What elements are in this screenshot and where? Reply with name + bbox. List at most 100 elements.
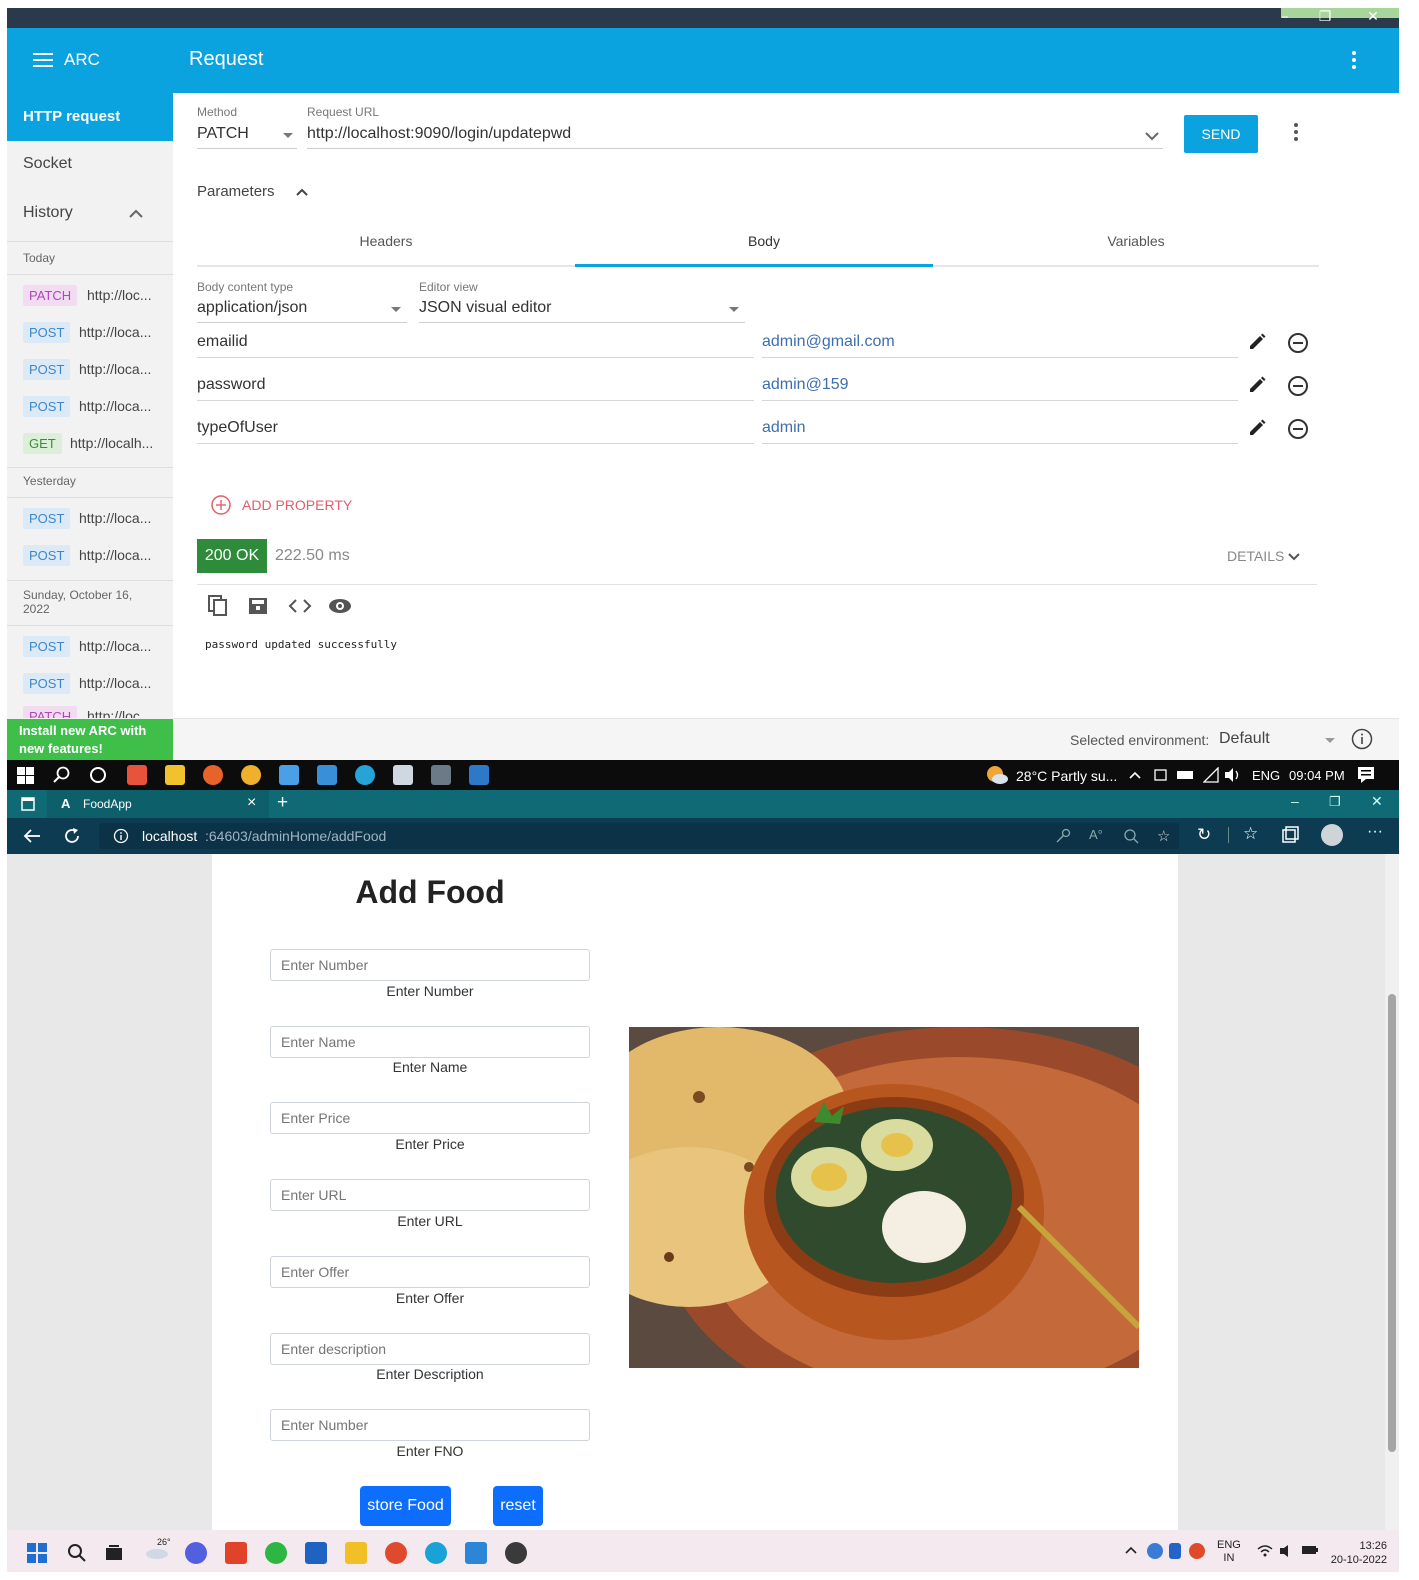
- history-item[interactable]: POST http://loca...: [7, 667, 173, 703]
- file-explorer-icon[interactable]: [345, 1542, 367, 1564]
- weather-text[interactable]: 28°C Partly su...: [1016, 768, 1117, 784]
- add-circle-icon[interactable]: [210, 494, 232, 516]
- search-icon[interactable]: [67, 1543, 87, 1563]
- edit-icon[interactable]: [1247, 332, 1267, 352]
- app-icon[interactable]: [431, 765, 451, 785]
- property-value[interactable]: admin@159: [762, 371, 1238, 401]
- wifi-icon[interactable]: [1203, 767, 1219, 783]
- language-indicator[interactable]: ENG: [1252, 768, 1280, 783]
- new-tab-button[interactable]: +: [277, 792, 288, 814]
- edit-icon[interactable]: [1247, 375, 1267, 395]
- body-content-type-select[interactable]: application/json: [197, 297, 407, 323]
- add-property-button[interactable]: ADD PROPERTY: [242, 497, 352, 513]
- food-url-input[interactable]: [270, 1179, 590, 1211]
- search-icon[interactable]: [53, 766, 71, 784]
- language-indicator[interactable]: ENG IN: [1217, 1539, 1241, 1565]
- clock[interactable]: 09:04 PM: [1289, 768, 1345, 783]
- back-icon[interactable]: [23, 828, 41, 844]
- install-banner[interactable]: Install new ARC with new features!: [7, 719, 173, 760]
- close-button[interactable]: ✕: [1353, 8, 1393, 28]
- app-icon[interactable]: [279, 765, 299, 785]
- chevron-down-icon[interactable]: [1288, 553, 1300, 561]
- volume-icon[interactable]: [1224, 767, 1242, 783]
- property-key[interactable]: emailid: [197, 328, 754, 358]
- remove-circle-icon[interactable]: [1287, 332, 1309, 354]
- firefox-icon[interactable]: [203, 765, 223, 785]
- volume-icon[interactable]: [1279, 1544, 1295, 1558]
- site-info-icon[interactable]: [113, 828, 129, 844]
- nav-history[interactable]: History: [7, 193, 173, 237]
- notification-icon[interactable]: [1357, 766, 1375, 784]
- windows-start-icon[interactable]: [17, 767, 34, 784]
- restore-button[interactable]: ❐: [1329, 794, 1341, 810]
- history-item[interactable]: POST http://loca...: [7, 316, 173, 352]
- avatar[interactable]: [1321, 824, 1343, 846]
- refresh-icon[interactable]: [63, 827, 81, 845]
- history-item[interactable]: GET http://localh...: [7, 427, 173, 463]
- chrome-icon[interactable]: [385, 1542, 407, 1564]
- food-number-input[interactable]: [270, 949, 590, 981]
- key-icon[interactable]: [1055, 828, 1071, 844]
- history-item[interactable]: POST http://loca...: [7, 390, 173, 426]
- weather-icon[interactable]: [985, 765, 1009, 785]
- cortana-icon[interactable]: [89, 766, 107, 784]
- windows-start-icon[interactable]: [27, 1543, 47, 1563]
- zoom-icon[interactable]: [1123, 828, 1139, 844]
- nav-http-request[interactable]: HTTP request: [7, 93, 173, 141]
- chat-icon[interactable]: [185, 1542, 207, 1564]
- mail-icon[interactable]: [305, 1542, 327, 1564]
- read-aloud-icon[interactable]: A°: [1089, 827, 1103, 842]
- food-description-input[interactable]: [270, 1333, 590, 1365]
- vscode-icon[interactable]: [465, 1542, 487, 1564]
- mail-icon[interactable]: [317, 765, 337, 785]
- tray-app-icon[interactable]: [1147, 1543, 1163, 1559]
- edge-icon[interactable]: [425, 1542, 447, 1564]
- food-name-input[interactable]: [270, 1026, 590, 1058]
- network-icon[interactable]: [1177, 769, 1193, 781]
- property-value[interactable]: admin: [762, 414, 1238, 444]
- collections-icon[interactable]: [1281, 826, 1299, 844]
- history-item[interactable]: POST http://loca...: [7, 502, 173, 538]
- property-value[interactable]: admin@gmail.com: [762, 328, 1238, 358]
- app-icon[interactable]: [505, 1542, 527, 1564]
- info-icon[interactable]: [1351, 728, 1373, 750]
- reset-button[interactable]: reset: [493, 1486, 543, 1526]
- chrome-icon[interactable]: [241, 765, 261, 785]
- file-explorer-icon[interactable]: [165, 765, 185, 785]
- wifi-icon[interactable]: [1257, 1544, 1273, 1558]
- scrollbar[interactable]: [1385, 854, 1399, 1530]
- tab-body[interactable]: Body: [575, 217, 953, 265]
- history-item[interactable]: POST http://loca...: [7, 539, 173, 575]
- tab-variables[interactable]: Variables: [953, 217, 1319, 265]
- remove-circle-icon[interactable]: [1287, 418, 1309, 440]
- method-select[interactable]: PATCH: [197, 123, 297, 149]
- code-icon[interactable]: [288, 598, 312, 614]
- history-item[interactable]: PATCH http://loc...: [7, 704, 173, 718]
- more-vert-icon[interactable]: [1350, 50, 1358, 70]
- browser-tab[interactable]: A FoodApp ×: [47, 790, 269, 818]
- property-key[interactable]: typeOfUser: [197, 414, 754, 444]
- chevron-up-icon[interactable]: [1129, 771, 1141, 779]
- chevron-up-icon[interactable]: [1125, 1546, 1137, 1554]
- bluetooth-icon[interactable]: [1169, 1543, 1181, 1559]
- food-offer-input[interactable]: [270, 1256, 590, 1288]
- history-item[interactable]: POST http://loca...: [7, 630, 173, 666]
- restore-button[interactable]: ❐: [1305, 8, 1345, 28]
- food-price-input[interactable]: [270, 1102, 590, 1134]
- settings-icon[interactable]: [393, 765, 413, 785]
- menu-icon[interactable]: [33, 52, 53, 68]
- url-bar[interactable]: localhost :64603/adminHome/addFood A° ☆: [99, 823, 1179, 849]
- parameters-toggle[interactable]: Parameters: [197, 183, 275, 200]
- remove-circle-icon[interactable]: [1287, 375, 1309, 397]
- request-more-icon[interactable]: [1293, 122, 1299, 142]
- office-icon[interactable]: [225, 1542, 247, 1564]
- send-button[interactable]: SEND: [1184, 115, 1258, 153]
- favorites-icon[interactable]: ☆: [1243, 824, 1258, 844]
- editor-view-select[interactable]: JSON visual editor: [419, 297, 745, 323]
- office-icon[interactable]: [127, 765, 147, 785]
- edge-icon[interactable]: [355, 765, 375, 785]
- food-fno-input[interactable]: [270, 1409, 590, 1441]
- minimize-button[interactable]: –: [1265, 8, 1305, 28]
- battery-icon[interactable]: [1154, 768, 1168, 782]
- tab-headers[interactable]: Headers: [197, 217, 575, 265]
